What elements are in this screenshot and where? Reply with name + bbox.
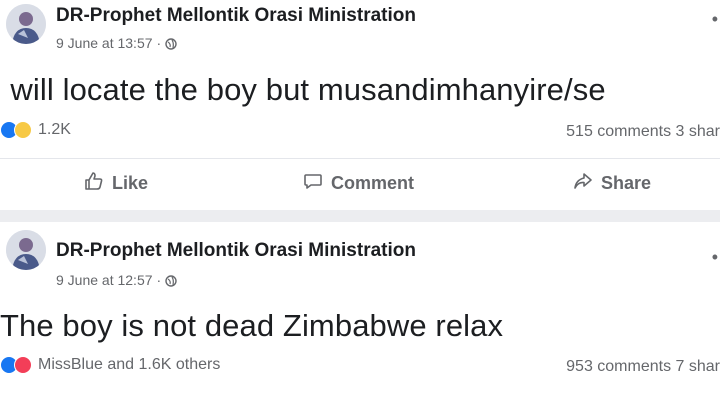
share-button[interactable]: Share <box>573 171 651 196</box>
comment-button[interactable]: Comment <box>303 171 414 196</box>
action-bar: Like Comment Share <box>0 158 720 209</box>
share-label: Share <box>601 173 652 193</box>
post-meta: 9 June at 12:57 · <box>56 272 177 288</box>
meta-separator: · <box>156 35 162 51</box>
reactions-summary[interactable]: MissBlue and 1.6K others <box>0 356 220 374</box>
thumbs-up-icon <box>84 171 104 196</box>
globe-icon <box>165 37 177 50</box>
like-button[interactable]: Like <box>84 171 148 196</box>
author-name[interactable]: DR-Prophet Mellontik Orasi Ministration <box>56 240 416 262</box>
share-arrow-icon <box>573 171 593 196</box>
like-label: Like <box>112 173 149 193</box>
reactions-text: MissBlue and 1.6K others <box>38 356 221 373</box>
post-2: DR-Prophet Mellontik Orasi Ministration … <box>0 222 720 404</box>
reaction-icons <box>0 356 32 374</box>
comment-label: Comment <box>331 173 415 193</box>
globe-icon <box>165 274 177 287</box>
reactions-summary[interactable]: 1.2K <box>0 121 71 139</box>
haha-reaction-icon <box>14 121 32 139</box>
post-timestamp[interactable]: 9 June at 13:57 <box>56 35 153 51</box>
reactions-count: 1.2K <box>38 121 71 138</box>
more-options-icon[interactable]: • <box>712 10 718 28</box>
post-1: DR-Prophet Mellontik Orasi Ministration … <box>0 0 720 210</box>
reaction-icons <box>0 121 32 139</box>
author-avatar[interactable] <box>6 4 46 44</box>
feed-separator <box>0 210 720 222</box>
author-avatar[interactable] <box>6 230 46 270</box>
comment-icon <box>303 171 323 196</box>
meta-separator: · <box>156 272 162 288</box>
more-options-icon[interactable]: • <box>712 248 718 266</box>
comments-shares-count[interactable]: 515 comments 3 shar <box>566 123 720 141</box>
love-reaction-icon <box>14 356 32 374</box>
author-name[interactable]: DR-Prophet Mellontik Orasi Ministration <box>56 5 416 27</box>
post-meta: 9 June at 13:57 · <box>56 35 177 51</box>
post-text: The boy is not dead Zimbabwe relax <box>0 308 504 343</box>
post-text: I will locate the boy but musandimhanyir… <box>0 72 606 107</box>
comments-shares-count[interactable]: 953 comments 7 shar <box>566 358 720 376</box>
post-timestamp[interactable]: 9 June at 12:57 <box>56 272 153 288</box>
